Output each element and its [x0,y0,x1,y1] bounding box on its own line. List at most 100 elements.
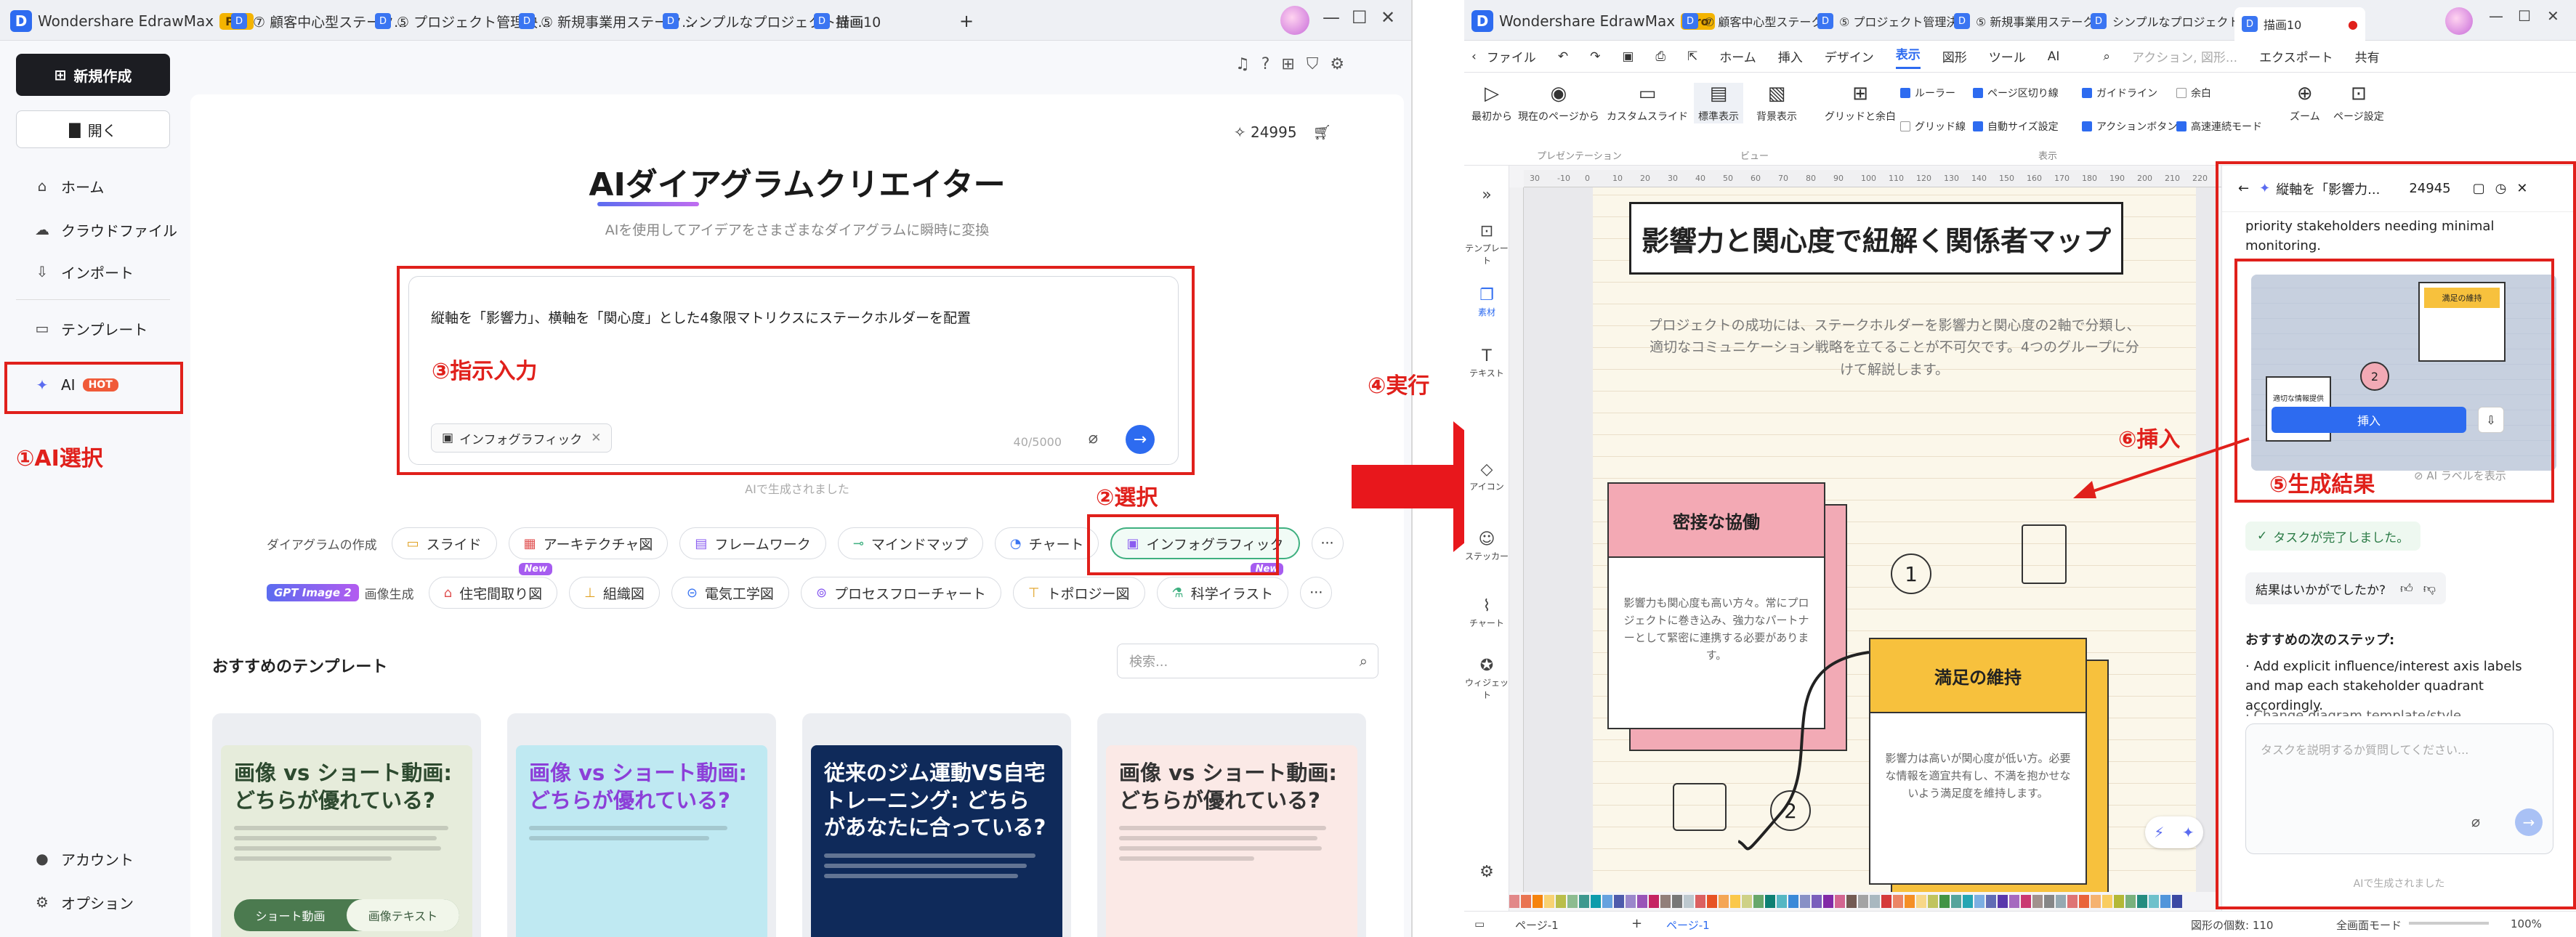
new-create-button[interactable]: ⊞ 新規作成 [16,54,170,96]
category-architecture[interactable]: ▦ アーキテクチャ図 [508,527,669,559]
color-swatch[interactable] [1916,895,1926,908]
sidebar-item-import[interactable]: ⇩ インポート [33,257,134,286]
ribbon-zoom[interactable]: ⊕ ズーム [2290,83,2320,123]
ribbon-page-setup[interactable]: ⊡ ページ設定 [2333,83,2384,123]
fullscreen-mode[interactable]: 全画面モード [2336,917,2402,933]
color-swatch[interactable] [2149,895,2159,908]
color-swatch[interactable] [1928,895,1938,908]
color-palette[interactable] [1509,892,2221,911]
color-swatch[interactable] [1753,895,1764,908]
bell-icon[interactable]: ♫ [1235,55,1261,73]
print-icon[interactable]: ⎙ [1655,49,1665,64]
action-search-input[interactable]: アクション, 図形... [2132,47,2237,65]
color-swatch[interactable] [1800,895,1810,908]
credits-display[interactable]: ✧ 24995 🛒︎ [1234,123,1331,141]
check-guideline[interactable]: ガイドライン [2082,86,2157,100]
color-swatch[interactable] [1870,895,1880,908]
magic-icon[interactable]: ⚡︎ [2154,824,2164,841]
check-ruler[interactable]: ルーラー [1900,86,1955,100]
ribbon-from-start[interactable]: ▷ 最初から [1471,83,1512,123]
color-swatch[interactable] [1742,895,1752,908]
color-swatch[interactable] [1695,895,1705,908]
tool-templates[interactable]: ⊡ テンプレート [1464,222,1509,267]
apps-icon[interactable]: ⊞ [1281,55,1306,73]
sidebar-item-templates[interactable]: ▭ テンプレート [33,314,148,343]
color-swatch[interactable] [1998,895,2008,908]
zoom-level[interactable]: 100% [2511,917,2542,930]
new-tab-button[interactable]: + [952,7,981,35]
maximize-button[interactable]: ☐ [2518,7,2531,25]
category-chart[interactable]: ◔ チャート [994,527,1099,559]
ribbon-grid-margin[interactable]: ⊞ グリッドと余白 [1825,83,1896,123]
menu-home[interactable]: ホーム [1719,47,1756,65]
color-swatch[interactable] [2160,895,2171,908]
color-swatch[interactable] [1730,895,1740,908]
color-swatch[interactable] [1626,895,1636,908]
sidebar-item-home[interactable]: ⌂ ホーム [33,171,105,200]
tool-materials[interactable]: ❐ 素材 [1464,286,1509,318]
color-swatch[interactable] [1858,895,1868,908]
check-page-break[interactable]: ページ区切り線 [1973,86,2059,100]
menu-insert[interactable]: 挿入 [1778,47,1803,65]
color-swatch[interactable] [2091,895,2101,908]
infographic-title[interactable]: 影響力と関心度で紐解く関係者マップ [1629,202,2123,275]
check-action-button[interactable]: アクションボタン [2082,119,2177,134]
sidebar-item-account[interactable]: ● アカウント [33,844,134,873]
infographic-description[interactable]: プロジェクトの成功には、ステークホルダーを影響力と関心度の2軸で分類し、適切なコ… [1644,315,2145,381]
color-swatch[interactable] [2125,895,2136,908]
shirt-icon[interactable]: ⛉ [1307,55,1331,73]
minimize-button[interactable]: — [2489,7,2503,25]
color-swatch[interactable] [1812,895,1822,908]
color-swatch[interactable] [1788,895,1798,908]
minimize-button[interactable]: — [1323,7,1340,28]
color-swatch[interactable] [1974,895,1985,908]
color-swatch[interactable] [1637,895,1647,908]
menu-view[interactable]: 表示 [1895,44,1921,69]
app-logo-tab[interactable]: D Wondershare EdrawMax Pro [10,6,254,36]
color-swatch[interactable] [1567,895,1578,908]
color-swatch[interactable] [1649,895,1659,908]
category-topology[interactable]: ⊤ トポロジー図 [1012,577,1145,609]
color-swatch[interactable] [2067,895,2078,908]
color-swatch[interactable] [2114,895,2124,908]
color-swatch[interactable] [1846,895,1857,908]
analytics-icon[interactable] [1673,783,1727,831]
maximize-button[interactable]: ☐ [1352,7,1368,28]
color-swatch[interactable] [1951,895,1961,908]
color-swatch[interactable] [2021,895,2031,908]
check-auto-size[interactable]: 自動サイズ設定 [1973,119,2059,134]
color-swatch[interactable] [1614,895,1624,908]
redo-icon[interactable]: ↷ [1590,49,1600,64]
tool-settings[interactable]: ⚙ [1464,863,1509,883]
template-card[interactable]: 画像 vs ショート動画: どちらが優れている? ショート動画 画像テキスト [212,713,481,937]
ribbon-background-view[interactable]: ▧ 背景表示 [1756,83,1797,123]
color-swatch[interactable] [1905,895,1915,908]
tool-icons[interactable]: ◇ アイコン [1464,461,1509,492]
color-swatch[interactable] [2032,895,2043,908]
menu-shape[interactable]: 図形 [1942,47,1967,65]
template-search-input[interactable]: 検索... ⌕ [1117,644,1378,678]
undo-icon[interactable]: ↶ [1558,49,1568,64]
color-swatch[interactable] [1602,895,1612,908]
tool-widgets[interactable]: ✪ ウィジェット [1464,657,1509,701]
drawing-canvas[interactable]: 影響力と関心度で紐解く関係者マップ プロジェクトの成功には、ステークホルダーを影… [1524,187,2218,892]
color-swatch[interactable] [1777,895,1787,908]
ribbon-normal-view[interactable]: ▤ 標準表示 [1694,83,1743,123]
save-icon[interactable]: ▣ [1622,49,1634,64]
export-icon[interactable]: ⇱ [1687,49,1697,64]
color-swatch[interactable] [1556,895,1566,908]
close-button[interactable]: ✕ [1381,7,1395,28]
page-layout-icon[interactable]: ▭ [1474,917,1485,930]
check-margin[interactable]: 余白 [2176,86,2211,100]
share-button[interactable]: 共有 [2355,47,2380,65]
category-electrical[interactable]: ⊝ 電気工学図 [671,577,789,609]
close-button[interactable]: ✕ [2547,7,2559,25]
check-fast-mode[interactable]: 高速連続モード [2176,119,2262,134]
color-swatch[interactable] [2172,895,2182,908]
category-mindmap[interactable]: ⊸ マインドマップ [837,527,983,559]
color-swatch[interactable] [1591,895,1601,908]
category-slide[interactable]: ▭ スライド [391,527,497,559]
more-image-categories-button[interactable]: ··· [1300,577,1333,609]
color-swatch[interactable] [1823,895,1833,908]
color-swatch[interactable] [1684,895,1694,908]
